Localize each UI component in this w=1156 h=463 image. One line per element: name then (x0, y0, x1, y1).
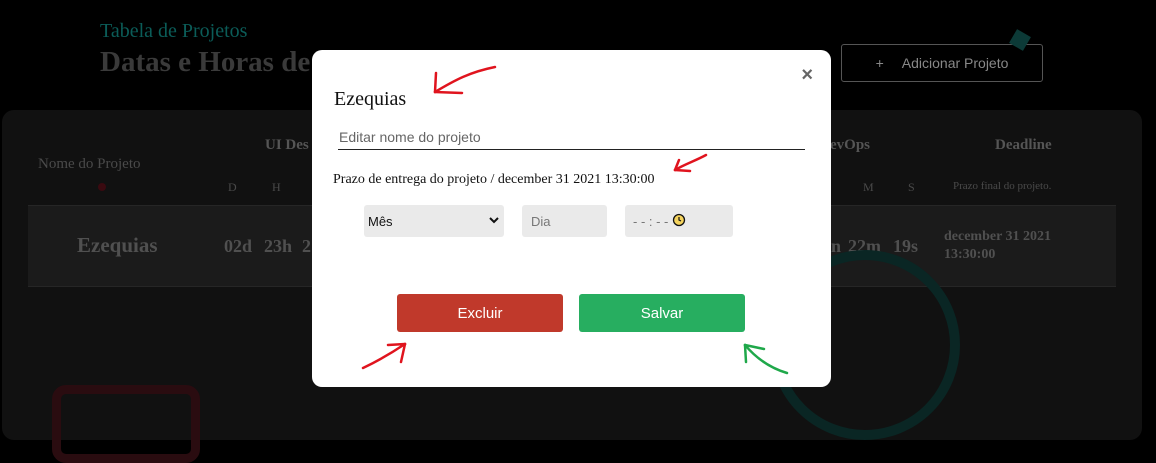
plus-icon: + (875, 55, 884, 71)
table-header-ui: UI Des (265, 137, 309, 153)
month-select[interactable]: Mês (364, 205, 504, 237)
time-input[interactable]: - - : - - (625, 205, 733, 237)
row-ui-minutes: 2 (302, 236, 311, 256)
name-marker (98, 183, 106, 191)
page-subtitle: Tabela de Projetos (100, 20, 248, 42)
row-deadline-date: december 31 2021 (944, 229, 1052, 244)
day-input[interactable]: Dia (522, 205, 607, 237)
project-name-input[interactable] (338, 125, 805, 150)
modal-title: Ezequias (334, 88, 407, 110)
row-deadline-time: 13:30:00 (944, 247, 996, 262)
sub-header-deadline: Prazo final do projeto. (953, 180, 1052, 192)
add-project-label: Adicionar Projeto (901, 55, 1009, 71)
delete-button[interactable]: Excluir (397, 294, 563, 332)
row-ui-days: 02d (224, 236, 253, 256)
table-header-devops: evOps (830, 137, 871, 153)
edit-project-modal: × Ezequias Prazo de entrega do projeto /… (312, 50, 831, 387)
row-ui-hours: 23h (264, 236, 293, 256)
chevron-down-icon (488, 214, 500, 229)
table-header-deadline: Deadline (995, 137, 1052, 153)
sub-header-devops-m: M (863, 180, 874, 194)
clock-icon[interactable] (672, 213, 686, 230)
save-button[interactable]: Salvar (579, 294, 745, 332)
deadline-text: Prazo de entrega do projeto / december 3… (333, 172, 655, 187)
red-card-decoration (52, 385, 200, 463)
sub-header-devops-s: S (908, 180, 915, 194)
add-project-button[interactable]: + Adicionar Projeto (841, 44, 1043, 82)
page-title: Datas e Horas de (100, 46, 311, 78)
row-project-name: Ezequias (77, 233, 158, 257)
time-input-placeholder: - - : - - (633, 213, 669, 229)
close-icon[interactable]: × (801, 64, 813, 87)
table-header-name: Nome do Projeto (38, 156, 141, 172)
row-devops-seconds: 19s (893, 236, 919, 256)
sub-header-ui-h: H (272, 180, 281, 194)
month-select-value: Mês (368, 213, 393, 229)
sub-header-ui-d: D (228, 180, 237, 194)
